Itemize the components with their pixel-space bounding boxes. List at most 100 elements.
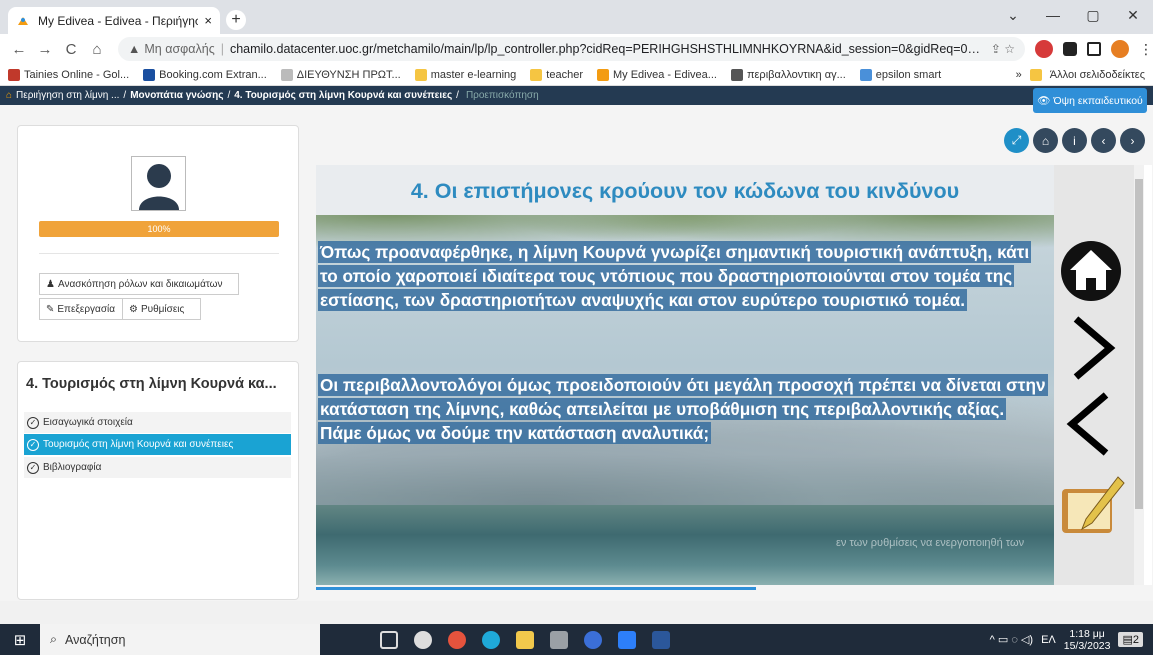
bookmark-item[interactable]: master e-learning [414, 68, 517, 81]
clock[interactable]: 1:18 μμ 15/3/2023 [1064, 628, 1111, 652]
explorer-icon[interactable] [516, 630, 534, 649]
outline-item-label: Εισαγωγικά στοιχεία [43, 417, 133, 428]
bookmarks-right: » Άλλοι σελιδοδείκτες [1016, 68, 1145, 81]
slide-paragraph: Όπως προαναφέρθηκε, η λίμνη Κουρνά γνωρί… [318, 240, 1046, 312]
book-icon[interactable] [1058, 475, 1126, 539]
edit-label: Επεξεργασία [57, 303, 115, 315]
tab-search-icon[interactable]: ⌄ [993, 0, 1033, 34]
bookmark-item[interactable]: περιβαλλοντικη αγ... [730, 68, 846, 81]
breadcrumb-item[interactable]: Περιήγηση στη λίμνη ... [16, 90, 119, 101]
new-tab-button[interactable]: + [226, 10, 246, 30]
settings-icon[interactable] [414, 630, 432, 649]
scrollbar[interactable] [1134, 165, 1144, 585]
scrollbar-thumb[interactable] [1135, 179, 1143, 509]
other-bookmarks[interactable]: Άλλοι σελιδοδείκτες [1050, 69, 1145, 81]
bookmarks-more-button[interactable]: » [1016, 69, 1022, 81]
notification-count: 2 [1132, 634, 1139, 646]
profile-avatar[interactable] [1111, 40, 1129, 58]
outline-card: 4. Τουρισμός στη λίμνη Κουρνά κα... ✓ Ει… [17, 361, 299, 600]
next-icon[interactable]: › [1120, 128, 1145, 153]
slide: 4. Οι επιστήμονες κρούουν τον κώδωνα του… [316, 165, 1054, 585]
address-bar[interactable]: ▲ Μη ασφαλής | chamilo.datacenter.uoc.gr… [118, 37, 1025, 61]
task-view-icon[interactable] [380, 630, 398, 649]
sidepanel-icon[interactable] [1087, 42, 1101, 56]
outline-item-active[interactable]: ✓ Τουρισμός στη λίμνη Κουρνά και συνέπει… [24, 434, 291, 455]
windows-start-icon[interactable]: ⊞ [0, 631, 40, 649]
dropbox-icon[interactable] [618, 630, 636, 649]
notification-icon[interactable]: ▤2 [1118, 632, 1143, 647]
previous-arrow-icon[interactable] [1066, 391, 1112, 457]
share-icon[interactable]: ⇪ ☆ [983, 42, 1015, 56]
bookmark-item[interactable]: ΔΙΕΥΘΥΝΣΗ ΠΡΩΤ... [280, 68, 401, 81]
settings-label: Ρυθμίσεις [140, 303, 185, 315]
bookmark-icon [280, 68, 293, 81]
menu-icon[interactable]: ⋮ [1139, 40, 1153, 58]
tab-title: My Edivea - Edivea - Περιήγηση [38, 13, 199, 28]
folder-icon [530, 68, 543, 81]
edit-button[interactable]: ✎ Επεξεργασία [39, 298, 123, 320]
bookmark-item[interactable]: teacher [530, 68, 583, 81]
home-icon[interactable]: ⌂ [1033, 128, 1058, 153]
close-window-button[interactable]: ✕ [1113, 0, 1153, 34]
puzzle-icon[interactable] [1063, 42, 1077, 56]
breadcrumb-separator: / [123, 90, 127, 101]
main-content: 100% ♟ Ανασκόπηση ρόλων και δικαιωμάτων … [0, 105, 1153, 601]
forward-button[interactable]: → [34, 41, 56, 58]
slide-title: 4. Οι επιστήμονες κρούουν τον κώδωνα του… [410, 179, 960, 203]
progress-fill: 100% [39, 221, 279, 237]
url-text: chamilo.datacenter.uoc.gr/metchamilo/mai… [229, 42, 983, 56]
faded-text: εν των ρυθμίσεις να ενεργοποιηθή των [836, 537, 1025, 549]
search-icon: ⌕ [50, 632, 58, 646]
breadcrumb-separator: / [227, 90, 231, 101]
search-placeholder: Αναζήτηση [65, 632, 126, 647]
expand-icon[interactable]: ⤢ [1004, 128, 1029, 153]
avatar [131, 156, 186, 211]
home-button[interactable]: ⌂ [86, 41, 108, 58]
bookmark-item[interactable]: Booking.com Extran... [143, 68, 267, 81]
eye-icon: 👁 [1037, 95, 1051, 107]
breadcrumb-item[interactable]: Μονοπάτια γνώσης [130, 90, 223, 101]
bookmark-item[interactable]: Tainies Online - Gol... [8, 68, 129, 81]
breadcrumb: ⌂ Περιήγηση στη λίμνη ... / Μονοπάτια γν… [0, 86, 1153, 113]
tab-close-icon[interactable]: × [204, 13, 212, 28]
adblock-icon[interactable] [1035, 40, 1053, 58]
maximize-button[interactable]: ▢ [1073, 0, 1113, 34]
outline-item-label: Βιβλιογραφία [43, 462, 102, 473]
bookmark-item[interactable]: My Edivea - Edivea... [597, 68, 717, 81]
app-icon[interactable] [550, 630, 568, 649]
settings-button[interactable]: ⚙ Ρυθμίσεις [122, 298, 201, 320]
reload-button[interactable]: C [60, 41, 82, 58]
back-button[interactable]: ← [8, 41, 30, 58]
outline-item[interactable]: ✓ Εισαγωγικά στοιχεία [24, 412, 291, 433]
bookmark-label: teacher [546, 68, 583, 81]
bookmark-label: master e-learning [430, 68, 517, 81]
previous-icon[interactable]: ‹ [1091, 128, 1116, 153]
word-icon[interactable] [652, 630, 670, 649]
sigma-icon[interactable] [584, 630, 602, 649]
tray-icons[interactable]: ^ ▭ ◌ ◁) [990, 633, 1033, 646]
taskbar-search[interactable]: ⌕ Αναζήτηση [40, 624, 320, 655]
author-card: 100% ♟ Ανασκόπηση ρόλων και δικαιωμάτων … [17, 125, 299, 342]
info-icon[interactable]: i [1062, 128, 1087, 153]
roles-button[interactable]: ♟ Ανασκόπηση ρόλων και δικαιωμάτων [39, 273, 239, 295]
progress-bar: 100% [39, 221, 279, 237]
next-arrow-icon[interactable] [1070, 315, 1116, 381]
browser-tab[interactable]: My Edivea - Edivea - Περιήγηση × [8, 7, 220, 34]
edge-icon[interactable] [482, 630, 500, 649]
outline-item[interactable]: ✓ Βιβλιογραφία [24, 457, 291, 478]
slide-nav [1054, 165, 1144, 585]
language-indicator[interactable]: ΕΛ [1041, 634, 1056, 646]
teacher-view-button[interactable]: 👁 Όψη εκπαιδευτικού [1033, 88, 1147, 113]
home-icon[interactable] [1060, 240, 1122, 302]
taskbar-apps [380, 630, 670, 649]
minimize-button[interactable]: — [1033, 0, 1073, 34]
user-icon [138, 164, 179, 210]
bookmark-item[interactable]: epsilon smart [859, 68, 941, 81]
breadcrumb-separator: / [456, 90, 459, 101]
breadcrumb-item[interactable]: 4. Τουρισμός στη λίμνη Κουρνά και συνέπε… [234, 90, 452, 101]
progress-label: 100% [147, 224, 171, 234]
chrome-icon[interactable] [448, 630, 466, 649]
extensions: ⋮ [1035, 40, 1153, 58]
edivea-favicon-icon [18, 16, 28, 25]
home-icon[interactable]: ⌂ [6, 90, 12, 101]
